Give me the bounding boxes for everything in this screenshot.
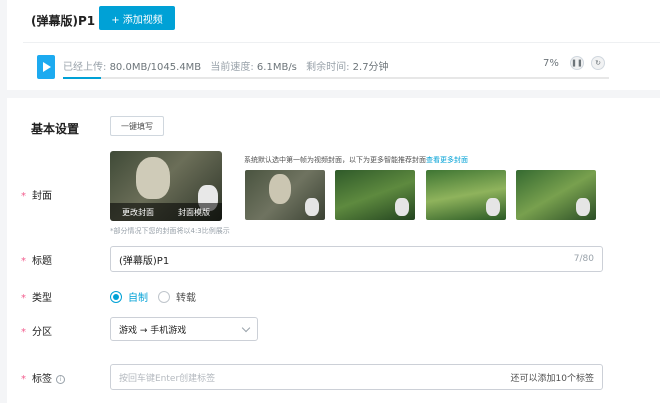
type-label: * 类型 — [21, 293, 52, 304]
category-label: * 分区 — [21, 327, 52, 338]
thumb-mascot — [486, 198, 500, 216]
upload-header-card: (弹幕版)P1 + 添加视频 已经上传: 80.0MB/1045.4MB 当前速… — [7, 0, 660, 90]
change-cover-button[interactable]: 更改封面 — [110, 203, 166, 221]
video-file-icon — [37, 55, 55, 79]
category-select[interactable]: 游戏 → 手机游戏 — [110, 317, 258, 341]
cover-note: *部分情况下您的封面将以4:3比例展示 — [110, 227, 230, 235]
file-title: (弹幕版)P1 — [31, 14, 96, 28]
pause-icon[interactable]: ❚❚ — [570, 56, 584, 70]
retry-icon[interactable]: ↻ — [591, 56, 605, 70]
thumb-mascot — [305, 198, 319, 216]
cover-option[interactable] — [516, 170, 596, 220]
cover-option[interactable] — [335, 170, 415, 220]
upload-progress-panel: 已经上传: 80.0MB/1045.4MB 当前速度: 6.1MB/s 剩余时间… — [23, 42, 660, 82]
required-mark: * — [21, 191, 26, 202]
cover-figure — [136, 157, 170, 199]
chevron-down-icon — [241, 323, 251, 332]
type-option-repost[interactable]: 转载 — [158, 289, 196, 304]
cover-actions-bar: 更改封面 封面模版 — [110, 203, 222, 221]
more-covers-link[interactable]: 查看更多封面 — [426, 156, 468, 164]
cover-option[interactable] — [426, 170, 506, 220]
cover-option[interactable] — [245, 170, 325, 220]
tags-placeholder: 按回车键Enter创建标签 — [119, 373, 216, 384]
tags-label: * 标签 i — [21, 370, 65, 385]
section-title: 基本设置 — [31, 122, 80, 136]
speed-value: 6.1MB/s — [256, 62, 297, 73]
uploaded-value: 80.0MB/1045.4MB — [109, 62, 202, 73]
cover-hint: 系统默认选中第一帧为视频封面，以下为更多智能推荐封面查看更多封面 — [244, 156, 468, 164]
upload-progress-track — [63, 77, 609, 79]
tags-remaining: 还可以添加10个标签 — [510, 373, 594, 384]
radio-selected-icon — [110, 290, 122, 303]
required-mark: * — [21, 327, 26, 338]
add-video-button[interactable]: + 添加视频 — [99, 6, 175, 30]
required-mark: * — [21, 256, 26, 267]
title-count: 7/80 — [573, 254, 594, 264]
thumb-mascot — [576, 198, 590, 216]
thumb-mascot — [395, 198, 409, 216]
quick-fill-button[interactable]: 一键填写 — [110, 116, 164, 136]
cover-preview[interactable]: 更改封面 封面模版 — [110, 151, 222, 221]
upload-percent: 7% — [543, 58, 559, 69]
uploaded-label: 已经上传: — [63, 62, 107, 73]
remaining-label: 剩余时间: — [306, 62, 350, 73]
basic-settings-card: 基本设置 一键填写 * 封面 更改封面 封面模版 系统默认选中第一帧为视频封面，以… — [7, 98, 660, 403]
type-option-original[interactable]: 自制 — [110, 289, 148, 304]
cover-label: * 封面 — [21, 191, 52, 202]
info-icon[interactable]: i — [56, 375, 65, 384]
category-value: 游戏 → 手机游戏 — [119, 325, 187, 336]
required-mark: * — [21, 293, 26, 304]
tags-input[interactable]: 按回车键Enter创建标签 还可以添加10个标签 — [110, 364, 603, 390]
cover-template-button[interactable]: 封面模版 — [166, 203, 222, 221]
upload-progress-fill — [63, 77, 102, 79]
remaining-value: 2.7分钟 — [352, 62, 389, 73]
title-input[interactable]: (弹幕版)P1 7/80 — [110, 246, 603, 272]
speed-label: 当前速度: — [210, 62, 254, 73]
thumb-figure — [269, 174, 291, 204]
upload-status: 已经上传: 80.0MB/1045.4MB 当前速度: 6.1MB/s 剩余时间… — [63, 58, 395, 73]
title-value: (弹幕版)P1 — [119, 255, 170, 267]
radio-icon — [158, 290, 170, 303]
required-mark: * — [21, 374, 26, 385]
title-label: * 标题 — [21, 256, 52, 267]
